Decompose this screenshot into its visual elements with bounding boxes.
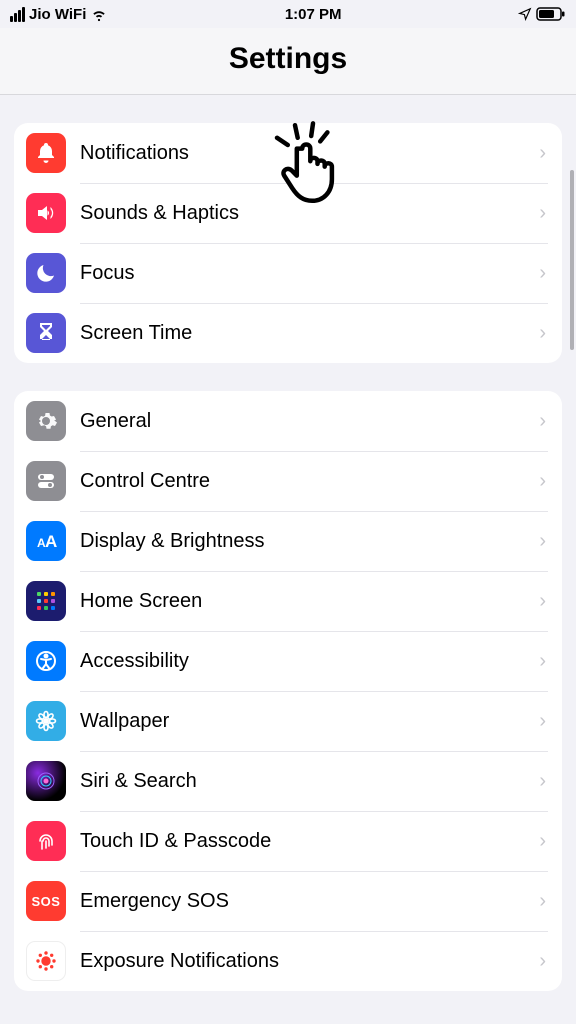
location-icon: [518, 7, 532, 21]
chevron-right-icon: ›: [539, 650, 546, 673]
cellular-signal-icon: [10, 7, 25, 22]
row-control-centre[interactable]: Control Centre ›: [14, 451, 562, 511]
toggles-icon: [26, 461, 66, 501]
row-touch-id-passcode[interactable]: Touch ID & Passcode ›: [14, 811, 562, 871]
status-left: Jio WiFi: [10, 5, 108, 23]
row-label: Screen Time: [80, 322, 539, 345]
row-accessibility[interactable]: Accessibility ›: [14, 631, 562, 691]
row-home-screen[interactable]: Home Screen ›: [14, 571, 562, 631]
chevron-right-icon: ›: [539, 322, 546, 345]
row-label: General: [80, 410, 539, 433]
speaker-icon: [26, 193, 66, 233]
wifi-icon: [90, 5, 108, 23]
flower-icon: [26, 701, 66, 741]
row-label: Siri & Search: [80, 770, 539, 793]
row-label: Notifications: [80, 142, 539, 165]
row-label: Home Screen: [80, 590, 539, 613]
settings-group-1: Notifications › Sounds & Haptics › Focus…: [14, 123, 562, 363]
chevron-right-icon: ›: [539, 470, 546, 493]
app-grid-icon: [26, 581, 66, 621]
chevron-right-icon: ›: [539, 830, 546, 853]
row-notifications[interactable]: Notifications ›: [14, 123, 562, 183]
row-focus[interactable]: Focus ›: [14, 243, 562, 303]
siri-icon: [26, 761, 66, 801]
battery-icon: [536, 7, 566, 21]
row-general[interactable]: General ›: [14, 391, 562, 451]
chevron-right-icon: ›: [539, 530, 546, 553]
row-wallpaper[interactable]: Wallpaper ›: [14, 691, 562, 751]
row-label: Display & Brightness: [80, 530, 539, 553]
clock: 1:07 PM: [285, 6, 342, 23]
row-label: Control Centre: [80, 470, 539, 493]
page-title: Settings: [0, 28, 576, 95]
row-sounds-haptics[interactable]: Sounds & Haptics ›: [14, 183, 562, 243]
accessibility-icon: [26, 641, 66, 681]
row-screen-time[interactable]: Screen Time ›: [14, 303, 562, 363]
row-display-brightness[interactable]: AA Display & Brightness ›: [14, 511, 562, 571]
status-right: [518, 7, 566, 21]
chevron-right-icon: ›: [539, 202, 546, 225]
settings-content: Notifications › Sounds & Haptics › Focus…: [0, 95, 576, 1023]
chevron-right-icon: ›: [539, 590, 546, 613]
row-siri-search[interactable]: Siri & Search ›: [14, 751, 562, 811]
row-label: Touch ID & Passcode: [80, 830, 539, 853]
row-emergency-sos[interactable]: SOS Emergency SOS ›: [14, 871, 562, 931]
settings-group-2: General › Control Centre › AA Display & …: [14, 391, 562, 991]
carrier-label: Jio WiFi: [29, 6, 86, 23]
svg-text:A: A: [45, 532, 57, 551]
status-bar: Jio WiFi 1:07 PM: [0, 0, 576, 28]
sos-icon: SOS: [26, 881, 66, 921]
row-label: Focus: [80, 262, 539, 285]
row-label: Emergency SOS: [80, 890, 539, 913]
chevron-right-icon: ›: [539, 770, 546, 793]
chevron-right-icon: ›: [539, 142, 546, 165]
scroll-indicator: [570, 170, 574, 350]
fingerprint-icon: [26, 821, 66, 861]
row-label: Accessibility: [80, 650, 539, 673]
sos-badge-text: SOS: [32, 894, 61, 909]
row-exposure-notifications[interactable]: Exposure Notifications ›: [14, 931, 562, 991]
row-label: Sounds & Haptics: [80, 202, 539, 225]
row-label: Exposure Notifications: [80, 950, 539, 973]
chevron-right-icon: ›: [539, 262, 546, 285]
row-label: Wallpaper: [80, 710, 539, 733]
text-size-icon: AA: [26, 521, 66, 561]
moon-icon: [26, 253, 66, 293]
chevron-right-icon: ›: [539, 950, 546, 973]
gear-icon: [26, 401, 66, 441]
chevron-right-icon: ›: [539, 410, 546, 433]
exposure-icon: [26, 941, 66, 981]
hourglass-icon: [26, 313, 66, 353]
bell-icon: [26, 133, 66, 173]
chevron-right-icon: ›: [539, 890, 546, 913]
chevron-right-icon: ›: [539, 710, 546, 733]
